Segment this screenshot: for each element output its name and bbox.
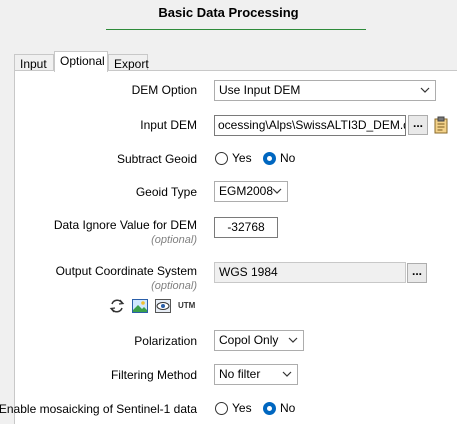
geoid-type-dropdown[interactable]: EGM2008: [214, 181, 288, 202]
subtract-geoid-yes-radio[interactable]: Yes: [215, 151, 255, 167]
input-dem-browse-button[interactable]: ...: [408, 115, 428, 135]
radio-circle: [215, 152, 228, 165]
ignore-value-label: Data Ignore Value for DEM: [53, 218, 197, 232]
mosaicking-no-radio[interactable]: No: [263, 401, 303, 417]
polarization-value: Copol Only: [219, 333, 279, 347]
polarization-label: Polarization: [134, 334, 197, 348]
chevron-down-icon: [288, 337, 298, 343]
dem-option-dropdown[interactable]: Use Input DEM: [214, 80, 436, 101]
chevron-down-icon: [282, 371, 292, 377]
page-title: Basic Data Processing: [158, 5, 299, 20]
dem-option-value: Use Input DEM: [219, 83, 301, 97]
title-underline: [106, 29, 366, 30]
polarization-dropdown[interactable]: Copol Only: [214, 330, 304, 351]
subtract-geoid-no-radio[interactable]: No: [263, 151, 303, 167]
filtering-label: Filtering Method: [110, 368, 197, 382]
input-dem-field[interactable]: ocessing\Alps\SwissALTI3D_DEM.dat: [214, 115, 406, 136]
radio-label: Yes: [232, 151, 252, 165]
mosaicking-yes-radio[interactable]: Yes: [215, 401, 255, 417]
tab-optional[interactable]: Optional: [54, 51, 108, 72]
subtract-geoid-label: Subtract Geoid: [116, 152, 197, 166]
output-cs-browse-button[interactable]: ...: [407, 263, 427, 283]
radio-label: No: [280, 151, 296, 165]
filtering-dropdown[interactable]: No filter: [214, 364, 298, 385]
radio-circle: [215, 402, 228, 415]
geoid-type-value: EGM2008: [219, 184, 274, 198]
utm-button[interactable]: UTM: [178, 301, 195, 310]
clipboard-icon[interactable]: [432, 116, 450, 134]
chevron-down-icon: [272, 188, 282, 194]
refresh-icon[interactable]: [108, 297, 126, 315]
dem-option-label: DEM Option: [131, 83, 197, 97]
mosaicking-label: Enable mosaicking of Sentinel-1 data: [0, 402, 197, 416]
ignore-value-optional: (optional): [151, 234, 197, 246]
radio-label: Yes: [232, 401, 252, 415]
output-cs-field[interactable]: WGS 1984: [214, 262, 406, 283]
output-cs-label: Output Coordinate System: [55, 264, 197, 278]
filtering-value: No filter: [219, 367, 261, 381]
radio-circle: [263, 402, 276, 415]
radio-circle: [263, 152, 276, 165]
input-dem-label: Input DEM: [140, 118, 197, 132]
radio-label: No: [280, 401, 296, 415]
ignore-value-text: -32768: [227, 220, 265, 234]
chevron-down-icon: [420, 87, 430, 93]
view-icon[interactable]: [154, 297, 172, 315]
ignore-value-field[interactable]: -32768: [214, 217, 278, 238]
map-icon[interactable]: [131, 297, 149, 315]
output-cs-optional: (optional): [151, 280, 197, 292]
geoid-type-label: Geoid Type: [135, 185, 197, 199]
